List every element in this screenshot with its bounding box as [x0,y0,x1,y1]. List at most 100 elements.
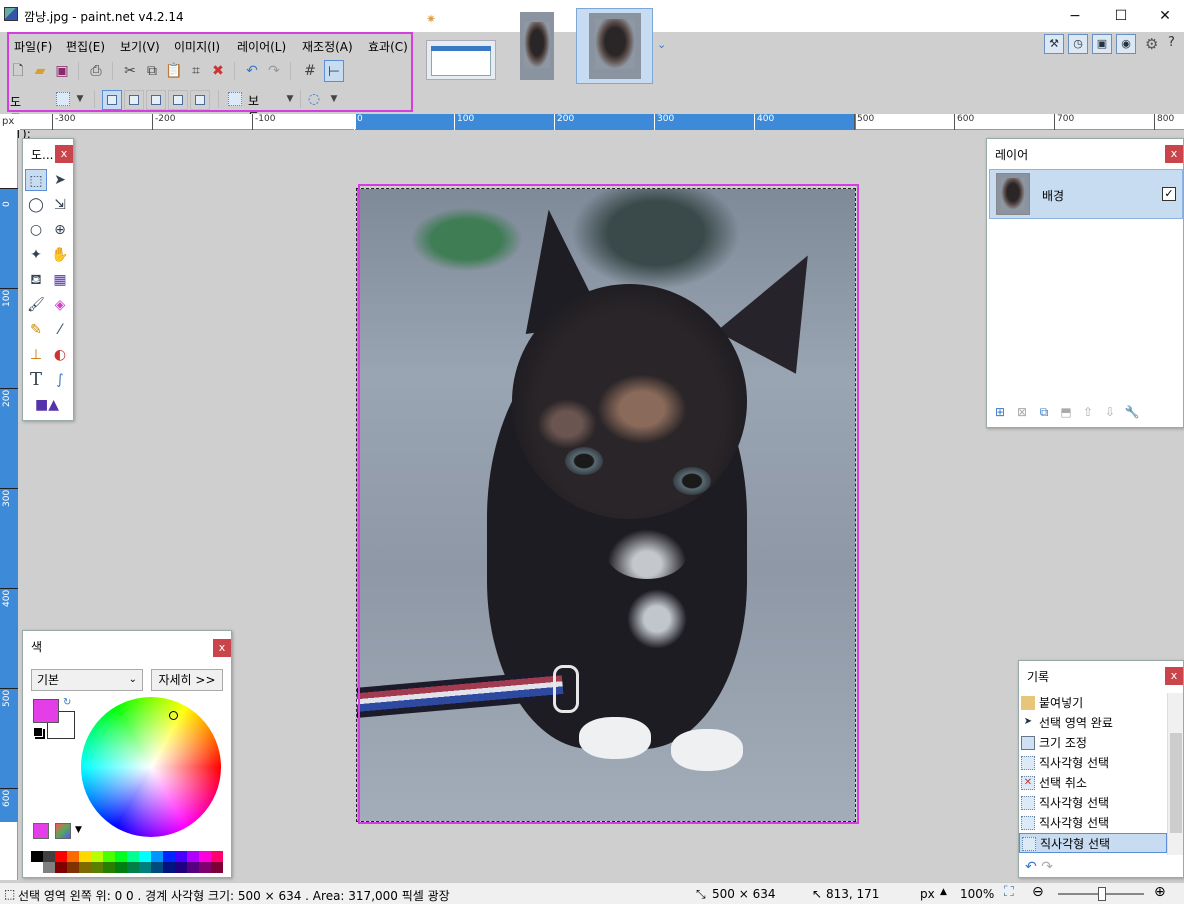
zoom-to-window-icon[interactable]: ⛶ [1004,884,1014,900]
line-curve-tool-icon[interactable]: ∫ [49,369,71,391]
copy-icon[interactable]: ⧉ [142,60,162,82]
layers-panel-close-button[interactable]: x [1165,145,1183,163]
merge-layer-down-icon[interactable]: ⬒ [1057,403,1075,421]
recolor-tool-icon[interactable]: ◐ [49,344,71,366]
thumbnails-dropdown-icon[interactable]: ⌄ [657,38,666,51]
gradient-tool-icon[interactable]: ▦ [49,269,71,291]
antialiasing-dropdown-icon[interactable]: ▼ [324,88,344,110]
delete-layer-icon[interactable]: ⊠ [1013,403,1031,421]
shapes-tool-icon[interactable]: ■▲ [27,394,67,416]
history-redo-icon[interactable]: ↷ [1041,859,1053,875]
cut-icon[interactable]: ✂ [120,60,140,82]
palette-options-dropdown-icon[interactable]: ▼ [75,825,82,835]
move-layer-up-icon[interactable]: ⇧ [1079,403,1097,421]
deselect-icon[interactable]: ✖ [208,60,228,82]
history-item-resize[interactable]: 크기 조정 [1019,733,1167,753]
menu-view[interactable]: 보기(V) [120,38,160,55]
print-icon[interactable]: ⎙ [86,60,106,82]
color-wheel[interactable] [81,697,221,837]
history-scrollbar[interactable] [1167,693,1183,855]
minimize-button[interactable]: − [1052,4,1098,28]
layer-properties-icon[interactable]: 🔧 [1123,403,1141,421]
selection-mode-invert-button[interactable] [190,90,210,110]
new-image-sparkle-icon[interactable]: ✷ [426,12,436,26]
zoom-slider-thumb[interactable] [1098,887,1106,901]
primary-color-swatch[interactable] [33,699,59,723]
move-selected-pixels-tool-icon[interactable]: ➤ [49,169,71,191]
history-item-paste[interactable]: 붙여넣기 [1019,693,1167,713]
image-thumbnail-cat-1[interactable] [520,12,554,80]
history-item-rectangle-select[interactable]: 직사각형 선택 [1019,753,1167,773]
color-picker-tool-icon[interactable]: ⁄ [49,319,71,341]
paintbrush-tool-icon[interactable]: 🖌 [25,294,47,316]
history-undo-icon[interactable]: ↶ [1025,859,1037,875]
menu-file[interactable]: 파일(F) [14,38,52,55]
grid-toggle-icon[interactable]: # [300,60,320,82]
duplicate-layer-icon[interactable]: ⧉ [1035,403,1053,421]
history-panel-close-button[interactable]: x [1165,667,1183,685]
menu-layers[interactable]: 레이어(L) [237,38,286,55]
selection-mode-exclude-button[interactable] [146,90,166,110]
colors-panel-close-button[interactable]: x [213,639,231,657]
settings-gear-icon[interactable]: ⚙ [1145,35,1158,53]
history-item-deselect[interactable]: ✕ 선택 취소 [1019,773,1167,793]
menu-edit[interactable]: 편집(E) [66,38,105,55]
zoom-out-icon[interactable]: ⊖ [1032,884,1044,900]
tools-panel-close-button[interactable]: x [55,145,73,163]
tool-dropdown-icon[interactable]: ▼ [70,88,90,110]
image-canvas[interactable] [356,188,856,822]
text-tool-icon[interactable]: T [25,369,47,391]
history-window-toggle-icon[interactable]: ◷ [1068,34,1088,54]
selection-mode-replace-button[interactable] [102,90,122,110]
history-item-rectangle-select[interactable]: 직사각형 선택 [1019,813,1167,833]
history-scrollbar-thumb[interactable] [1170,733,1182,833]
palette-select[interactable]: 기본 ⌄ [31,669,143,691]
antialiasing-icon[interactable]: ◌ [304,88,324,110]
selection-mode-union-button[interactable] [124,90,144,110]
close-button[interactable]: ✕ [1142,4,1184,28]
selection-mode-intersect-button[interactable] [168,90,188,110]
ellipse-select-tool-icon[interactable]: ○ [25,219,47,241]
lasso-select-tool-icon[interactable]: ◯ [25,194,47,216]
selection-shape-icon[interactable] [228,92,242,106]
clone-stamp-tool-icon[interactable]: ⊥ [25,344,47,366]
menu-image[interactable]: 이미지(I) [174,38,220,55]
move-selection-tool-icon[interactable]: ⇲ [49,194,71,216]
blend-mode-dropdown-icon[interactable]: ▼ [280,88,300,110]
zoom-tool-icon[interactable]: ⊕ [49,219,71,241]
rectangle-select-tool-icon[interactable]: ⬚ [25,169,47,191]
history-item-rectangle-select[interactable]: 직사각형 선택 [1019,793,1167,813]
current-tool-rectangle-select-icon[interactable] [56,92,70,106]
image-thumbnail-cat-active[interactable] [576,8,653,84]
history-item-rectangle-select-active[interactable]: 직사각형 선택 [1019,833,1167,853]
menu-effects[interactable]: 효과(C) [368,38,408,55]
pan-tool-icon[interactable]: ✋ [49,244,71,266]
color-wheel-marker[interactable] [169,711,178,720]
save-file-icon[interactable]: ▣ [52,60,72,82]
zoom-level[interactable]: 100% [960,887,994,901]
paste-icon[interactable]: 📋 [164,60,184,82]
new-file-icon[interactable]: 🗋 [8,60,28,82]
eraser-tool-icon[interactable]: ◈ [49,294,71,316]
history-item-finish-selection[interactable]: ➤ 선택 영역 완료 [1019,713,1167,733]
reset-colors-icon[interactable] [33,727,43,737]
layer-row[interactable]: 배경 ✓ [989,169,1183,219]
layer-visibility-checkbox[interactable]: ✓ [1162,187,1176,201]
tools-window-toggle-icon[interactable]: ⚒ [1044,34,1064,54]
units-dropdown-icon[interactable]: ▲ [940,887,947,897]
image-thumbnail-screenshot[interactable] [426,40,496,80]
rulers-toggle-icon[interactable]: ⊢ [324,60,344,82]
menu-adjustments[interactable]: 재조정(A) [302,38,353,55]
pencil-tool-icon[interactable]: ✎ [25,319,47,341]
paint-bucket-tool-icon[interactable]: ⛾ [25,269,47,291]
layers-window-toggle-icon[interactable]: ▣ [1092,34,1112,54]
palette-options-icon[interactable] [55,823,71,839]
add-to-palette-icon[interactable] [33,823,49,839]
swap-colors-icon[interactable]: ↻ [63,697,71,708]
undo-icon[interactable]: ↶ [242,60,262,82]
add-layer-icon[interactable]: ⊞ [991,403,1009,421]
redo-icon[interactable]: ↷ [264,60,284,82]
help-icon[interactable]: ? [1168,35,1175,50]
units-select[interactable]: px [920,887,935,901]
magic-wand-tool-icon[interactable]: ✦ [25,244,47,266]
